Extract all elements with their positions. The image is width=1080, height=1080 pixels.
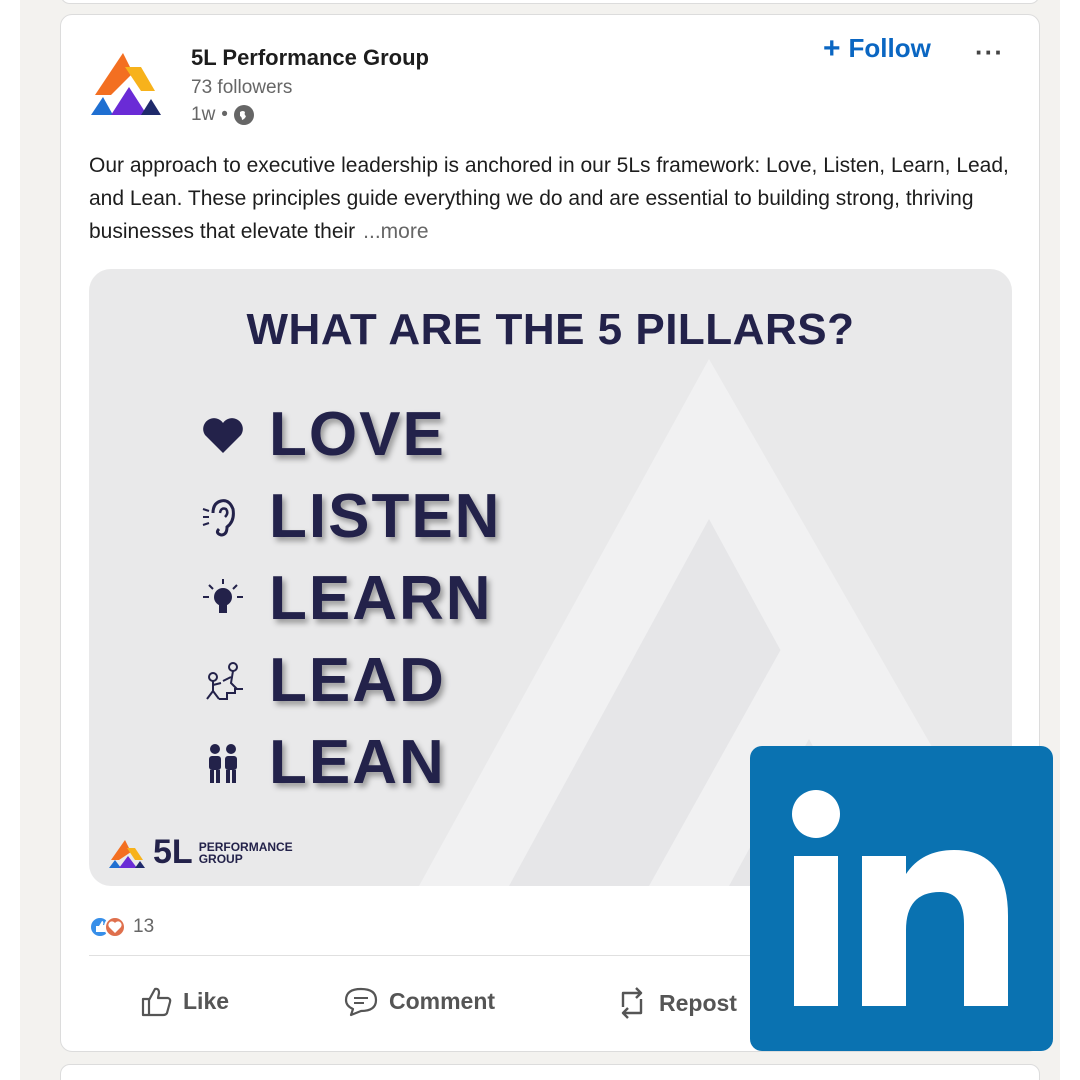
- pillar-label: LEAD: [269, 646, 446, 715]
- linkedin-logo-icon: [750, 746, 1053, 1051]
- reaction-count: 13: [133, 916, 155, 937]
- follow-label: Follow: [848, 33, 931, 63]
- post-body: Our approach to executive leadership is …: [89, 149, 1019, 248]
- meta-separator: •: [221, 104, 228, 125]
- more-options-icon[interactable]: ···: [975, 37, 1004, 68]
- comment-label: Comment: [389, 987, 496, 1014]
- thumbs-up-icon: [141, 987, 172, 1017]
- like-label: Like: [183, 987, 230, 1014]
- pillar-love: LOVE: [197, 399, 446, 470]
- brand-logo-5l: 5L: [153, 833, 193, 871]
- plus-icon: +: [823, 31, 841, 65]
- pillar-label: LISTEN: [269, 482, 502, 551]
- brand-logo-text: PERFORMANCE GROUP: [199, 841, 293, 865]
- pillar-label: LEARN: [269, 564, 493, 633]
- pillar-lead: LEAD: [197, 645, 446, 716]
- pillar-listen: LISTEN: [197, 481, 501, 552]
- next-post-card: [60, 1064, 1040, 1080]
- like-button[interactable]: Like: [139, 985, 229, 1017]
- pillar-lean: LEAN: [197, 727, 446, 798]
- post-time: 1w: [191, 104, 216, 125]
- repost-label: Repost: [659, 989, 737, 1016]
- globe-icon: [233, 105, 254, 125]
- repost-icon: [621, 987, 643, 1019]
- pillar-label: LOVE: [269, 400, 446, 469]
- reaction-icons: [89, 916, 126, 938]
- image-title: WHAT ARE THE 5 PILLARS?: [246, 305, 855, 354]
- lightbulb-icon: [197, 573, 249, 625]
- follower-count: 73 followers: [191, 77, 293, 98]
- ear-icon: [197, 491, 249, 543]
- brand-mark-icon: [109, 839, 145, 868]
- company-name[interactable]: 5L Performance Group: [191, 45, 429, 71]
- previous-post-card: [60, 0, 1040, 4]
- heart-icon: [197, 409, 249, 461]
- see-more-link[interactable]: ...more: [363, 220, 428, 243]
- pillar-learn: LEARN: [197, 563, 493, 634]
- follow-button[interactable]: + Follow: [823, 33, 931, 64]
- image-brand-logo: 5L PERFORMANCE GROUP: [109, 833, 293, 872]
- post-meta: 1w •: [191, 104, 254, 126]
- comment-button[interactable]: Comment: [343, 985, 495, 1017]
- climbing-people-icon: [197, 655, 249, 707]
- comment-icon: [344, 987, 378, 1017]
- two-people-icon: [197, 737, 249, 789]
- brand-logo-line2: GROUP: [198, 851, 243, 866]
- repost-button[interactable]: Repost: [615, 985, 737, 1021]
- post-text: Our approach to executive leadership is …: [89, 154, 1009, 243]
- pillar-label: LEAN: [269, 728, 446, 797]
- reactions-summary[interactable]: 13: [89, 915, 154, 939]
- company-logo[interactable]: [89, 43, 165, 119]
